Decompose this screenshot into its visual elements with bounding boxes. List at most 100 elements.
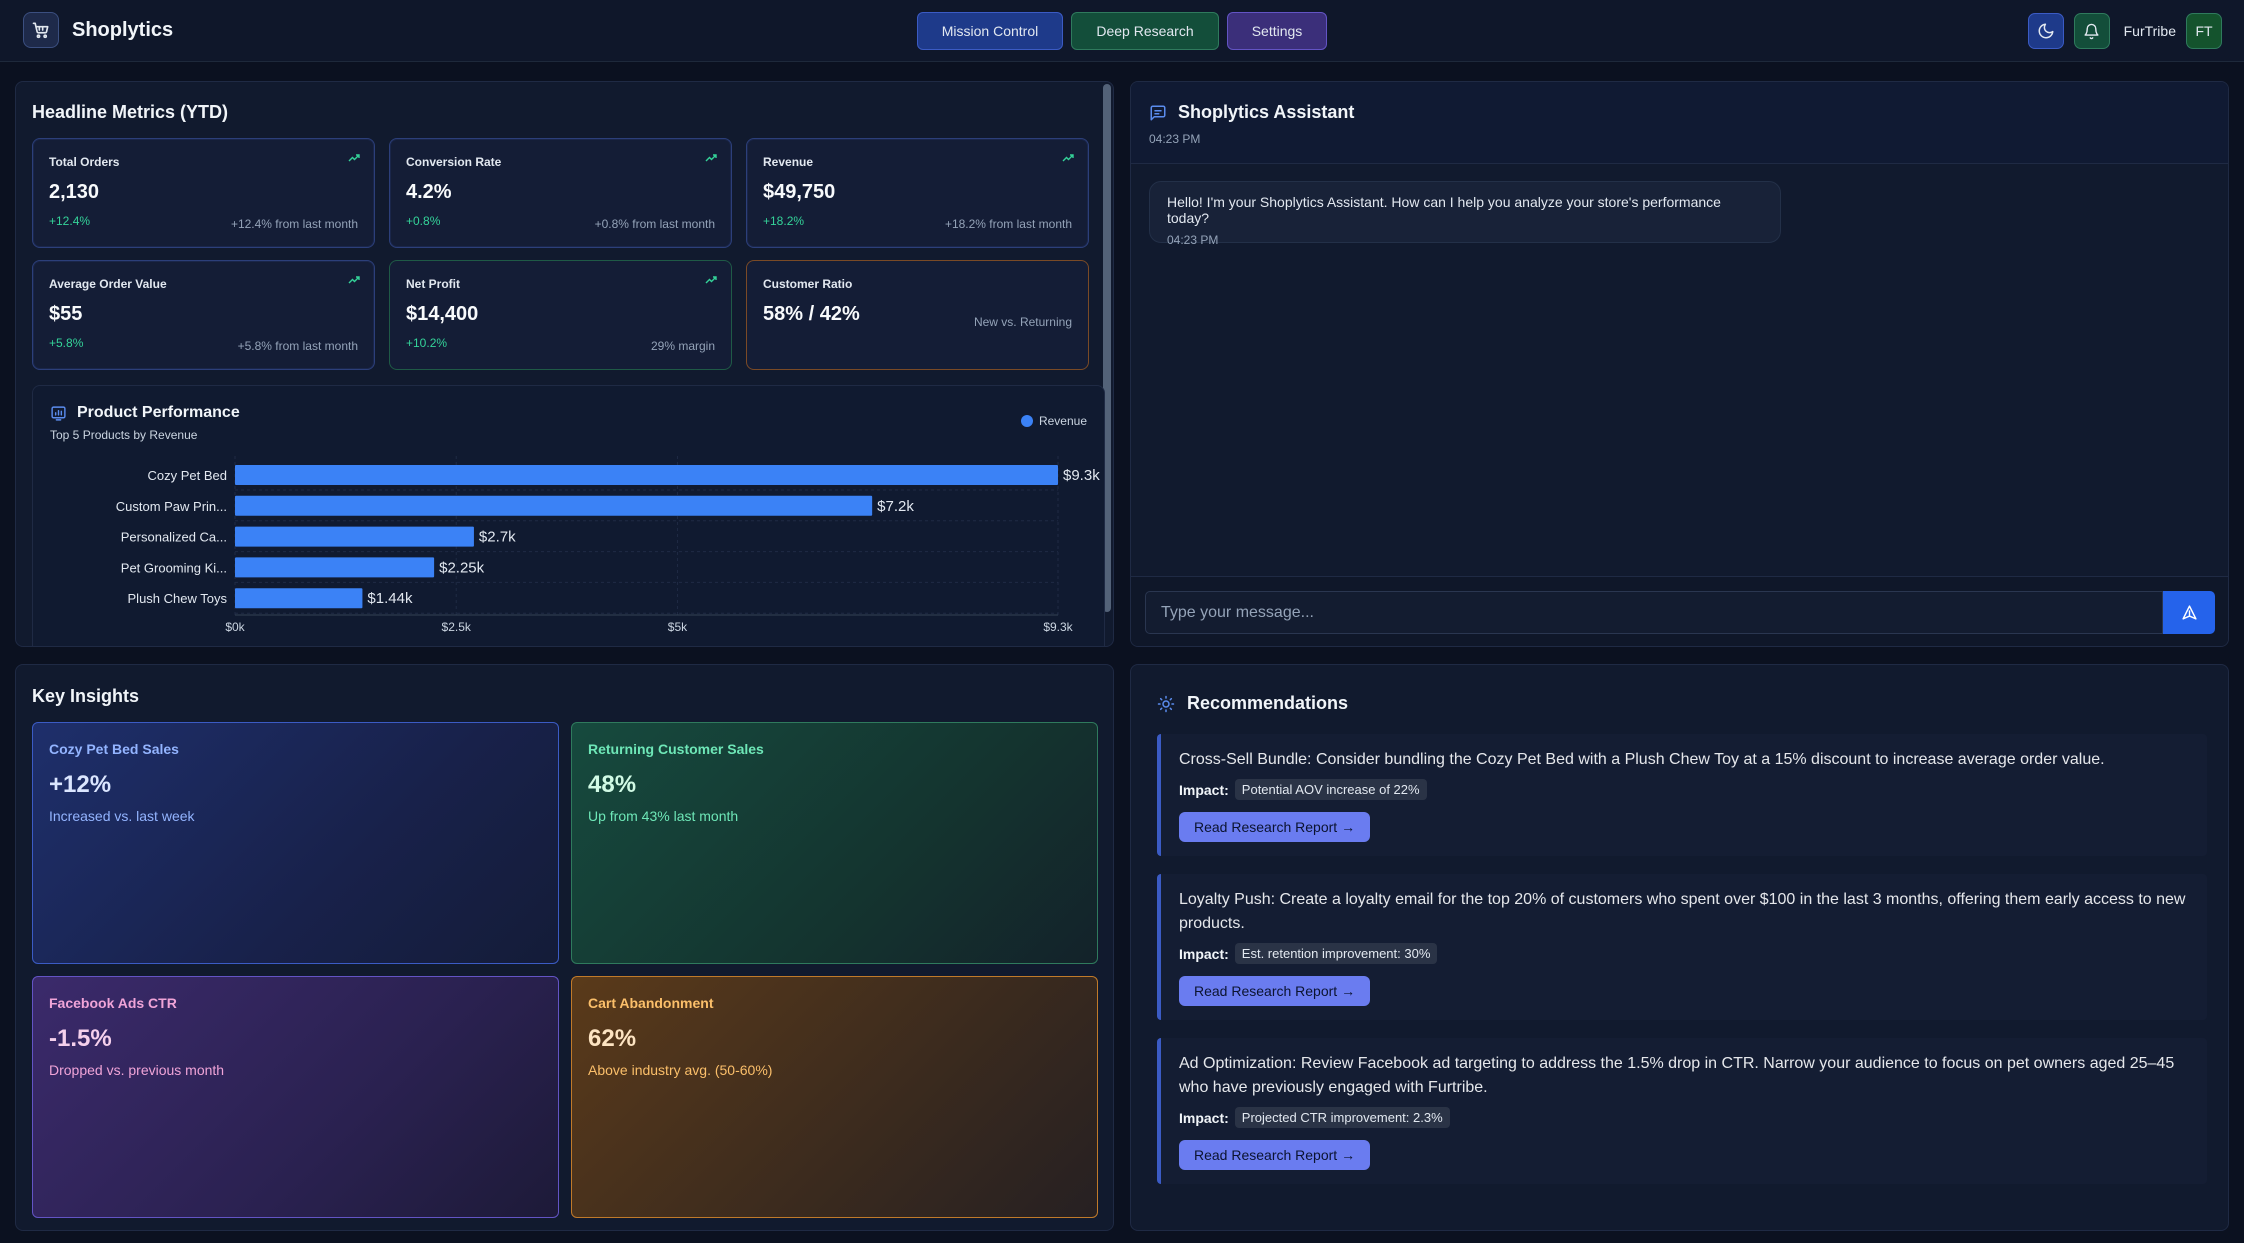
nav-mission-control[interactable]: Mission Control: [917, 12, 1063, 50]
impact-value: Potential AOV increase of 22%: [1234, 779, 1427, 800]
legend-swatch: [1020, 415, 1033, 427]
metric-net-profit: Net Profit $14,400 +10.2% 29% margin: [389, 260, 732, 370]
recommendation-item: Ad Optimization: Review Facebook ad targ…: [1157, 1038, 2207, 1184]
main-nav: Mission Control Deep Research Settings: [917, 12, 1327, 50]
metric-note: New vs. Returning: [973, 315, 1072, 329]
value-label: $1.44k: [367, 590, 413, 607]
metric-delta: +5.8%: [49, 336, 84, 350]
key-insights-panel: Key Insights Cozy Pet Bed Sales +12% Inc…: [15, 664, 1114, 1231]
category-label: Plush Chew Toys: [128, 591, 228, 606]
category-label: Custom Paw Prin...: [116, 499, 227, 514]
metric-revenue: Revenue $49,750 +18.2% +18.2% from last …: [746, 138, 1089, 248]
metric-customer-ratio: Customer Ratio 58% / 42% New vs. Returni…: [746, 260, 1089, 370]
metric-note: +0.8% from last month: [594, 217, 715, 231]
metric-label: Total Orders: [49, 155, 120, 169]
nav-deep-research[interactable]: Deep Research: [1071, 12, 1219, 50]
chart-legend: Revenue: [1020, 414, 1087, 428]
metric-value: 4.2%: [406, 181, 452, 203]
notifications-button[interactable]: [2073, 13, 2110, 49]
product-performance-title: Product Performance: [77, 404, 240, 421]
value-label: $2.25k: [439, 559, 485, 576]
metric-label: Revenue: [763, 155, 814, 169]
headline-metrics-title: Headline Metrics (YTD): [32, 102, 229, 122]
metric-note: 29% margin: [650, 339, 715, 353]
assistant-panel: Shoplytics Assistant 04:23 PM Hello! I'm…: [1130, 81, 2229, 647]
assistant-time: 04:23 PM: [1149, 132, 1201, 146]
bar: [235, 495, 873, 516]
recommendation-impact: Impact: Projected CTR improvement: 2.3%: [1179, 1107, 2189, 1128]
metric-label: Conversion Rate: [406, 155, 502, 169]
lightbulb-icon: [1157, 695, 1175, 712]
send-button[interactable]: [2163, 591, 2215, 634]
assistant-header: Shoplytics Assistant 04:23 PM: [1131, 82, 2228, 164]
user-name: FurTribe: [2123, 23, 2176, 39]
recommendation-text: Ad Optimization: Review Facebook ad targ…: [1179, 1055, 2175, 1096]
read-research-report-button[interactable]: Read Research Report →: [1179, 812, 1371, 842]
tick-label: $5k: [668, 620, 688, 634]
insight-card: Returning Customer Sales 48% Up from 43%…: [571, 722, 1098, 964]
chat-input[interactable]: [1145, 591, 2163, 634]
trend-up-icon: [1062, 154, 1074, 162]
insight-value: 48%: [588, 771, 637, 798]
product-performance-header: Product Performance: [50, 404, 240, 422]
metric-label: Customer Ratio: [763, 277, 853, 291]
insight-card: Cozy Pet Bed Sales +12% Increased vs. la…: [32, 722, 559, 964]
metric-conversion-rate: Conversion Rate 4.2% +0.8% +0.8% from la…: [389, 138, 732, 248]
recommendation-impact: Impact: Potential AOV increase of 22%: [1179, 779, 2189, 800]
key-insights-title: Key Insights: [32, 686, 140, 706]
tick-label: $2.5k: [442, 620, 472, 634]
chat-input-bar: [1131, 576, 2228, 646]
user-area: FurTribe FT: [2027, 13, 2222, 49]
assistant-title: Shoplytics Assistant: [1178, 102, 1355, 122]
metric-value: 2,130: [49, 181, 100, 203]
insight-subtext: Dropped vs. previous month: [49, 1062, 225, 1078]
moon-icon: [2038, 23, 2054, 39]
cart-icon: [23, 12, 59, 48]
bar: [235, 557, 435, 578]
product-bar-chart: Cozy Pet Bed $9.3k Custom Paw Prin... $7.2k…: [116, 456, 1100, 634]
category-label: Personalized Ca...: [121, 530, 227, 545]
insight-subtext: Above industry avg. (50-60%): [588, 1062, 773, 1078]
bar: [235, 526, 474, 547]
trend-up-icon: [348, 276, 360, 284]
impact-label: Impact:: [1179, 781, 1229, 798]
insight-card: Facebook Ads CTR -1.5% Dropped vs. previ…: [32, 976, 559, 1218]
insight-value: 62%: [588, 1025, 637, 1052]
metric-value: $55: [49, 303, 83, 325]
insight-label: Facebook Ads CTR: [49, 995, 177, 1011]
chart-icon: [51, 405, 66, 421]
recommendation-impact: Impact: Est. retention improvement: 30%: [1179, 943, 2189, 964]
message-time: 04:23 PM: [1167, 233, 1219, 247]
tick-label: $0k: [225, 620, 245, 634]
trend-up-icon: [705, 154, 717, 162]
top-bar: Shoplytics Mission Control Deep Research…: [0, 0, 2244, 62]
recommendations-header: Recommendations: [1157, 693, 1348, 714]
recommendation-text: Loyalty Push: Create a loyalty email for…: [1179, 891, 2186, 932]
product-performance-subtitle: Top 5 Products by Revenue: [50, 428, 198, 442]
impact-value: Projected CTR improvement: 2.3%: [1234, 1107, 1450, 1128]
trend-up-icon: [348, 154, 360, 162]
bar: [235, 465, 1058, 485]
read-research-report-button[interactable]: Read Research Report →: [1179, 1140, 1371, 1170]
theme-toggle-button[interactable]: [2027, 13, 2064, 49]
headline-metrics-panel: Headline Metrics (YTD) Total Orders 2,13…: [15, 81, 1114, 647]
metric-note: +5.8% from last month: [237, 339, 358, 353]
recommendations-panel: Recommendations Cross-Sell Bundle: Consi…: [1130, 664, 2229, 1231]
insight-value: +12%: [49, 771, 112, 798]
nav-settings[interactable]: Settings: [1227, 12, 1327, 50]
trend-up-icon: [705, 276, 717, 284]
value-label: $7.2k: [877, 498, 914, 515]
metric-label: Net Profit: [406, 277, 460, 291]
insight-subtext: Increased vs. last week: [49, 808, 195, 824]
avatar[interactable]: FT: [2186, 13, 2222, 49]
app-name: Shoplytics: [72, 18, 174, 41]
bar: [235, 588, 363, 609]
metric-total-orders: Total Orders 2,130 +12.4% +12.4% from la…: [32, 138, 375, 248]
bell-icon: [2084, 23, 2099, 39]
insight-card: Cart Abandonment 62% Above industry avg.…: [571, 976, 1098, 1218]
assistant-title-row: Shoplytics Assistant: [1149, 102, 1354, 123]
brand[interactable]: Shoplytics: [23, 12, 173, 48]
metric-value: $49,750: [763, 181, 836, 203]
read-research-report-button[interactable]: Read Research Report →: [1179, 976, 1371, 1006]
assistant-message: Hello! I'm your Shoplytics Assistant. Ho…: [1149, 181, 1781, 247]
